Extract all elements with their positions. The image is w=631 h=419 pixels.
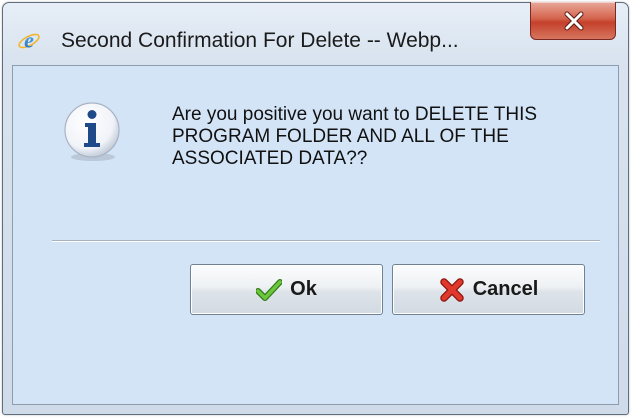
- cross-icon: [439, 277, 465, 302]
- checkmark-icon: [255, 278, 284, 302]
- ok-button-label: Ok: [290, 278, 317, 300]
- close-icon: [564, 11, 584, 31]
- title-bar[interactable]: e Second Confirmation For Delete -- Webp…: [3, 2, 628, 65]
- information-icon: [60, 99, 124, 163]
- ie-icon: e: [17, 28, 41, 53]
- cancel-button[interactable]: Cancel: [392, 264, 585, 315]
- window-title: Second Confirmation For Delete -- Webp..…: [61, 29, 459, 52]
- dialog-window: e Second Confirmation For Delete -- Webp…: [2, 2, 629, 415]
- svg-text:e: e: [24, 28, 34, 52]
- ok-button[interactable]: Ok: [190, 264, 383, 315]
- cancel-button-label: Cancel: [472, 278, 539, 300]
- dialog-body: Are you positive you want to DELETE THIS…: [12, 65, 619, 405]
- confirmation-message: Are you positive you want to DELETE THIS…: [172, 104, 538, 169]
- close-button[interactable]: [530, 2, 616, 40]
- separator: [52, 240, 600, 242]
